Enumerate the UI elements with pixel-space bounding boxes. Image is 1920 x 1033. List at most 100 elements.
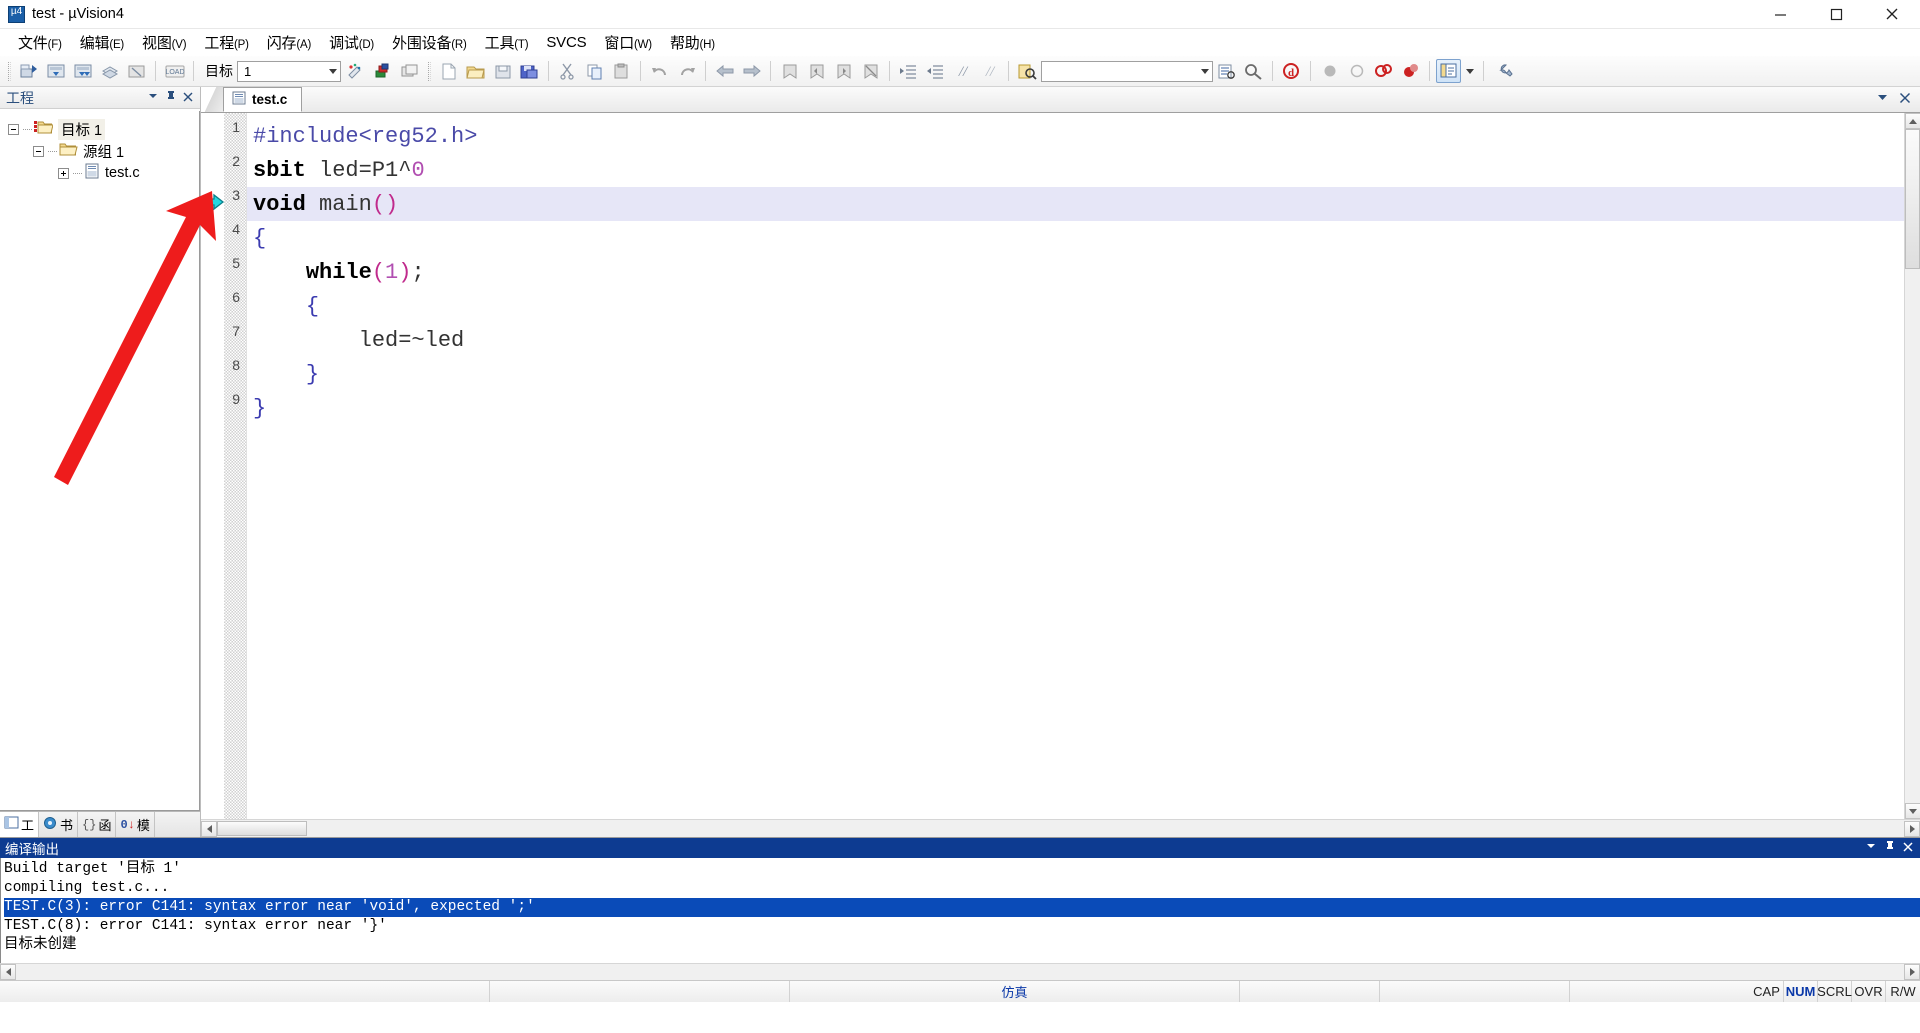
- code-line[interactable]: while(1);: [247, 255, 1904, 289]
- bookmark-prev-icon[interactable]: [804, 59, 829, 83]
- paste-icon[interactable]: [609, 59, 634, 83]
- minimize-icon[interactable]: [1752, 0, 1808, 28]
- build-log-line-selected[interactable]: TEST.C(3): error C141: syntax error near…: [4, 898, 1920, 917]
- chevron-down-icon[interactable]: [329, 68, 337, 74]
- disable-all-breakpoints-icon[interactable]: [1398, 59, 1423, 83]
- save-file-icon[interactable]: [490, 59, 515, 83]
- target-selector-combo[interactable]: 1: [237, 60, 341, 82]
- configuration-wizard-icon[interactable]: [1214, 59, 1239, 83]
- copy-icon[interactable]: [582, 59, 607, 83]
- menu-debug[interactable]: 调试(D): [320, 30, 383, 55]
- chevron-down-icon[interactable]: [1876, 91, 1889, 109]
- code-line[interactable]: sbit led=P1^ 0: [247, 153, 1904, 187]
- menu-view[interactable]: 视图(V): [133, 30, 195, 55]
- tab-templates[interactable]: 0↓ 模: [116, 812, 155, 837]
- options-wrench-icon[interactable]: [1490, 59, 1515, 83]
- expander-plus-icon[interactable]: [58, 167, 69, 179]
- uncomment-icon[interactable]: //: [977, 59, 1002, 83]
- scroll-up-button[interactable]: [1905, 113, 1920, 129]
- code-line[interactable]: }: [247, 357, 1904, 391]
- build-output-log[interactable]: Build target '目标 1' compiling test.c... …: [0, 858, 1920, 963]
- tab-books[interactable]: 书: [39, 812, 79, 837]
- close-icon[interactable]: [1864, 0, 1920, 28]
- close-icon[interactable]: [1903, 839, 1913, 857]
- code-line-current[interactable]: void main(): [247, 187, 1904, 221]
- menu-flash[interactable]: 闪存(A): [258, 30, 320, 55]
- editor-horizontal-scrollbar[interactable]: [201, 819, 1920, 837]
- close-icon[interactable]: [1899, 91, 1911, 109]
- new-file-icon[interactable]: [436, 59, 461, 83]
- scroll-down-button[interactable]: [1905, 803, 1920, 819]
- tree-node-file[interactable]: test.c: [8, 162, 199, 184]
- chevron-down-icon[interactable]: [1865, 839, 1877, 857]
- menu-svcs[interactable]: SVCS: [537, 32, 595, 53]
- toolbar-grip[interactable]: [428, 61, 431, 81]
- disable-breakpoint-icon[interactable]: [1344, 59, 1369, 83]
- cut-icon[interactable]: [555, 59, 580, 83]
- undo-icon[interactable]: [647, 59, 672, 83]
- redo-icon[interactable]: [674, 59, 699, 83]
- code-line[interactable]: }: [247, 391, 1904, 425]
- expander-minus-icon[interactable]: [8, 123, 19, 135]
- code-line[interactable]: {: [247, 289, 1904, 323]
- menu-window[interactable]: 窗口(W): [595, 30, 661, 55]
- build-output-horizontal-scrollbar[interactable]: [0, 963, 1920, 980]
- scroll-thumb[interactable]: [1905, 129, 1920, 269]
- find-icon[interactable]: [1241, 59, 1266, 83]
- start-debug-icon[interactable]: d: [1279, 59, 1304, 83]
- close-icon[interactable]: [183, 89, 193, 107]
- menu-edit[interactable]: 编辑(E): [71, 30, 133, 55]
- toolbar-grip[interactable]: [8, 61, 11, 81]
- insert-breakpoint-icon[interactable]: [1317, 59, 1342, 83]
- indent-icon[interactable]: [896, 59, 921, 83]
- translate-file-icon[interactable]: [97, 59, 122, 83]
- maximize-icon[interactable]: [1808, 0, 1864, 28]
- code-editor-text[interactable]: #include<reg52.h> sbit led=P1^ 0 void mai…: [247, 113, 1904, 819]
- tree-node-target[interactable]: 目标 1: [8, 118, 199, 140]
- pin-icon[interactable]: [166, 89, 176, 107]
- kill-all-breakpoints-icon[interactable]: [1371, 59, 1396, 83]
- multi-project-icon[interactable]: [398, 59, 423, 83]
- editor-gutter[interactable]: 1 2 3 4 5 6 7 8 9: [201, 113, 247, 819]
- tree-node-group[interactable]: 源组 1: [8, 140, 199, 162]
- find-in-files-icon[interactable]: [1015, 59, 1040, 83]
- target-options-icon[interactable]: [344, 59, 369, 83]
- scroll-right-button[interactable]: [1904, 820, 1920, 837]
- comment-icon[interactable]: //: [950, 59, 975, 83]
- menu-file[interactable]: 文件(F): [9, 30, 71, 55]
- bookmark-next-icon[interactable]: [831, 59, 856, 83]
- bookmark-toggle-icon[interactable]: [777, 59, 802, 83]
- code-line[interactable]: {: [247, 221, 1904, 255]
- rebuild-all-icon[interactable]: [43, 59, 68, 83]
- build-target-icon[interactable]: [16, 59, 41, 83]
- tab-functions[interactable]: {} 函: [78, 812, 117, 837]
- menu-tools[interactable]: 工具(T): [476, 30, 538, 55]
- forward-icon[interactable]: [739, 59, 764, 83]
- batch-build-icon[interactable]: [70, 59, 95, 83]
- chevron-down-icon[interactable]: [1201, 68, 1209, 74]
- scroll-left-button[interactable]: [201, 820, 217, 837]
- stop-build-icon[interactable]: [124, 59, 149, 83]
- pin-icon[interactable]: [1885, 839, 1895, 857]
- expander-minus-icon[interactable]: [33, 145, 44, 157]
- load-flash-icon[interactable]: LOAD: [162, 59, 187, 83]
- open-file-icon[interactable]: [463, 59, 488, 83]
- code-line[interactable]: #include<reg52.h>: [247, 119, 1904, 153]
- back-icon[interactable]: [712, 59, 737, 83]
- save-all-icon[interactable]: [517, 59, 542, 83]
- scroll-left-button[interactable]: [0, 964, 16, 980]
- search-input[interactable]: [1041, 60, 1213, 82]
- editor-tab-test-c[interactable]: test.c: [223, 87, 303, 112]
- scroll-thumb[interactable]: [217, 821, 307, 836]
- outdent-icon[interactable]: [923, 59, 948, 83]
- build-log-line[interactable]: TEST.C(8): error C141: syntax error near…: [4, 917, 1920, 936]
- project-tree[interactable]: 目标 1 源组 1 test.c: [0, 111, 200, 811]
- editor-vertical-scrollbar[interactable]: [1904, 113, 1920, 819]
- scroll-right-button[interactable]: [1904, 964, 1920, 980]
- manage-components-icon[interactable]: [371, 59, 396, 83]
- menu-project[interactable]: 工程(P): [195, 30, 257, 55]
- project-window-dropdown-icon[interactable]: [1463, 59, 1477, 83]
- menu-peripherals[interactable]: 外围设备(R): [383, 30, 476, 55]
- menu-help[interactable]: 帮助(H): [661, 30, 724, 55]
- project-window-icon[interactable]: [1436, 59, 1461, 83]
